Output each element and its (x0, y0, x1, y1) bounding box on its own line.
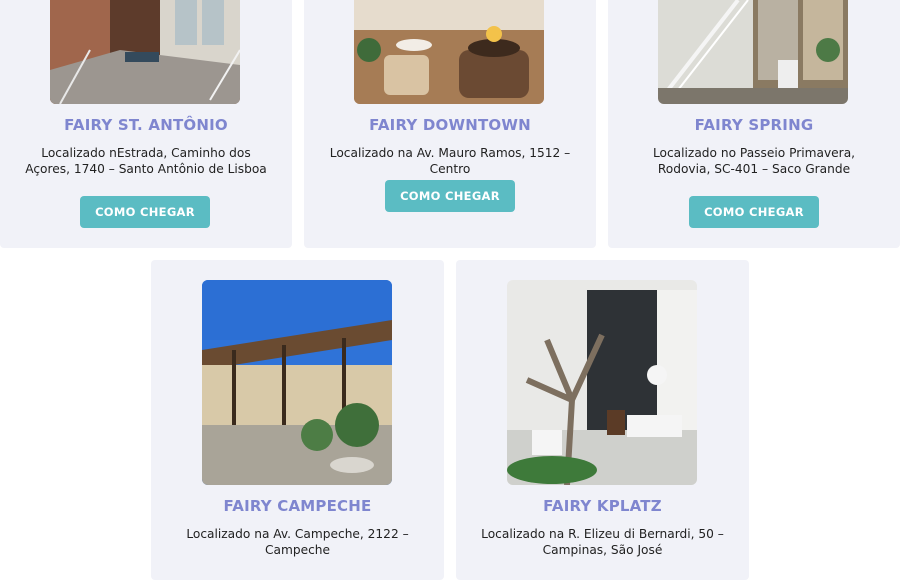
location-card-downtown: FAIRY DOWNTOWN Localizado na Av. Mauro R… (304, 0, 596, 248)
location-photo (50, 0, 240, 104)
location-address: Localizado na Av. Campeche, 2122 – Campe… (186, 527, 409, 557)
location-card-kplatz: FAIRY KPLATZ Localizado na R. Elizeu di … (456, 260, 749, 580)
location-title: FAIRY DOWNTOWN (369, 116, 531, 134)
directions-button[interactable]: COMO CHEGAR (80, 196, 210, 228)
location-photo (202, 280, 392, 485)
location-address: Localizado na Av. Mauro Ramos, 1512 – Ce… (329, 146, 571, 176)
location-title: FAIRY CAMPECHE (223, 497, 372, 515)
directions-button[interactable]: COMO CHEGAR (385, 180, 515, 212)
location-card-st-antonio: FAIRY ST. ANTÔNIO Localizado nEstrada, C… (0, 0, 292, 248)
location-photo (507, 280, 697, 485)
location-card-spring: FAIRY SPRING Localizado no Passeio Prima… (608, 0, 900, 248)
location-address: Localizado na R. Elizeu di Bernardi, 50 … (481, 527, 724, 557)
location-address: Localizado nEstrada, Caminho dos Açores,… (25, 146, 267, 176)
location-photo (354, 0, 544, 104)
location-address: Localizado no Passeio Primavera, Rodovia… (652, 146, 856, 176)
location-card-campeche: FAIRY CAMPECHE Localizado na Av. Campech… (151, 260, 444, 580)
location-photo (658, 0, 848, 104)
location-title: FAIRY SPRING (694, 116, 814, 134)
location-title: FAIRY KPLATZ (543, 497, 662, 515)
location-title: FAIRY ST. ANTÔNIO (64, 116, 228, 134)
directions-button[interactable]: COMO CHEGAR (689, 196, 819, 228)
